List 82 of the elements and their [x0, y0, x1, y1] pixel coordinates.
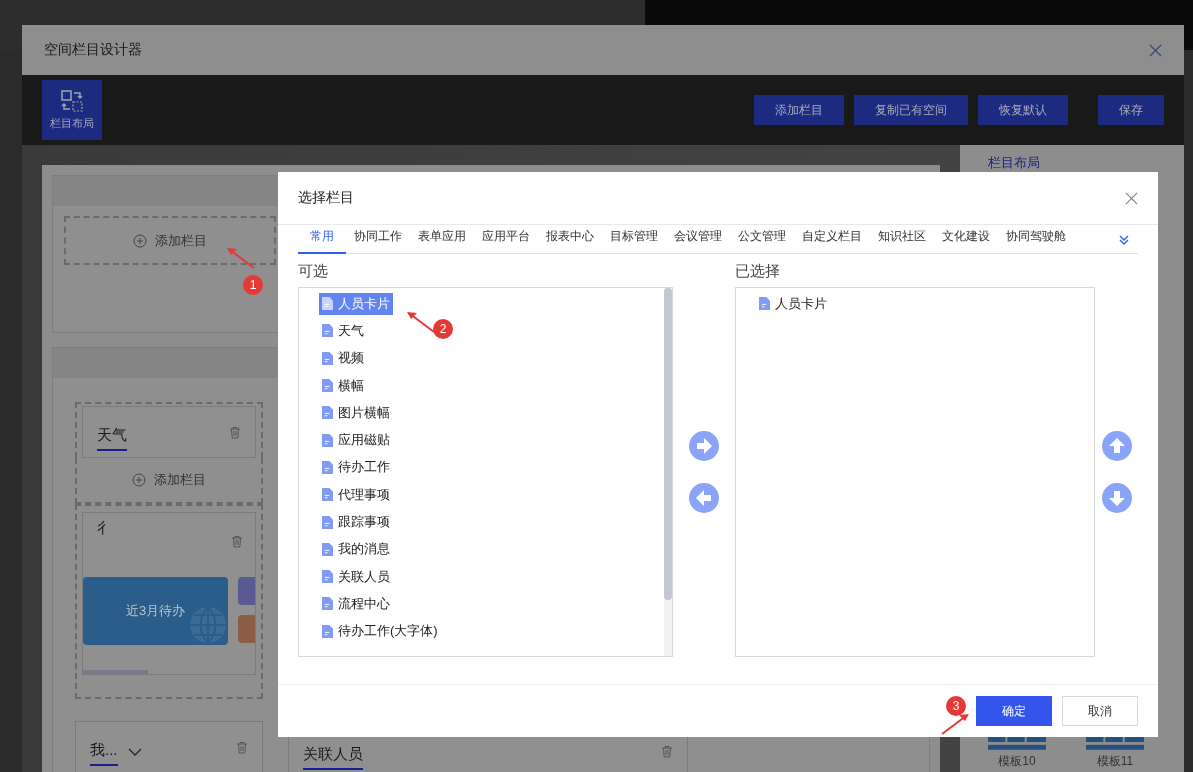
document-icon: [322, 379, 333, 393]
globe-icon: [188, 605, 228, 645]
document-icon: [322, 433, 333, 447]
category-tab[interactable]: 自定义栏目: [794, 226, 870, 254]
window-title: 空间栏目设计器: [44, 41, 142, 59]
column-card[interactable]: 彳 近3月待办: [82, 512, 256, 675]
arrow-right-icon[interactable]: [688, 431, 719, 461]
list-label: 已选择: [735, 262, 781, 281]
list-label: 可选: [298, 262, 329, 281]
plus-icon: [132, 473, 146, 487]
card-title: 天气: [97, 425, 127, 451]
category-tab[interactable]: 常用: [298, 226, 346, 254]
list-item[interactable]: 应用磁贴: [319, 429, 393, 452]
scrollbar[interactable]: [663, 288, 672, 600]
document-icon: [322, 460, 333, 474]
annotation-arrow: [226, 246, 256, 270]
layout-tab[interactable]: 栏目布局: [42, 80, 102, 140]
cancel-button[interactable]: 取消: [1062, 696, 1138, 726]
category-tab[interactable]: 会议管理: [666, 226, 730, 254]
document-icon: [322, 597, 333, 611]
category-tab[interactable]: 报表中心: [538, 226, 602, 254]
document-icon: [759, 297, 770, 311]
document-icon: [322, 542, 333, 556]
document-icon: [322, 324, 333, 338]
list-item[interactable]: 代理事项: [319, 483, 393, 506]
document-icon: [322, 488, 333, 502]
document-icon: [322, 406, 333, 420]
category-tab[interactable]: 应用平台: [474, 226, 538, 254]
list-item[interactable]: 视频: [319, 347, 367, 370]
tile[interactable]: 近3月待办: [83, 577, 228, 645]
toolbar-button[interactable]: 恢复默认: [978, 95, 1068, 125]
layout-swap-icon: [60, 89, 84, 113]
dialog-title: 选择栏目: [298, 189, 354, 207]
add-column-button[interactable]: 添加栏目: [64, 216, 276, 265]
close-icon[interactable]: [1125, 191, 1138, 205]
document-icon: [322, 297, 333, 311]
list-item[interactable]: 待办工作(大字体): [319, 620, 441, 643]
annotation-arrow: [940, 712, 970, 736]
category-tab[interactable]: 协同工作: [346, 226, 410, 254]
list-item[interactable]: 流程中心: [319, 592, 393, 615]
category-tab[interactable]: 目标管理: [602, 226, 666, 254]
document-icon: [322, 351, 333, 365]
arrow-down-icon[interactable]: [1101, 483, 1132, 513]
column-card[interactable]: 我...: [75, 721, 263, 772]
arrow-left-icon[interactable]: [688, 483, 719, 513]
list-item[interactable]: 人员卡片: [756, 292, 830, 315]
category-tab[interactable]: 协同驾驶舱: [998, 226, 1074, 254]
trash-icon[interactable]: [229, 425, 241, 439]
plus-icon: [133, 233, 147, 248]
list-item[interactable]: 待办工作: [319, 456, 393, 479]
tile-label: 近3月待办: [125, 602, 186, 620]
close-icon[interactable]: [1149, 43, 1162, 57]
trash-icon[interactable]: [231, 535, 243, 548]
arrow-up-icon[interactable]: [1101, 431, 1132, 461]
toolbar-button[interactable]: 保存: [1098, 95, 1164, 125]
column-card[interactable]: 天气: [82, 406, 256, 458]
card-title: 彳: [97, 519, 112, 538]
category-tab[interactable]: 文化建设: [934, 226, 998, 254]
list-item[interactable]: 跟踪事项: [319, 511, 393, 533]
list-item[interactable]: 关联人员: [319, 565, 393, 588]
document-icon: [322, 515, 333, 529]
category-tab[interactable]: 知识社区: [870, 226, 934, 254]
toolbar-button[interactable]: 复制已有空间: [854, 95, 968, 125]
annotation-arrow: [406, 310, 436, 334]
document-icon: [322, 570, 333, 584]
trash-icon[interactable]: [236, 740, 248, 754]
add-column-button[interactable]: 添加栏目: [75, 458, 263, 504]
confirm-button[interactable]: 确定: [976, 696, 1052, 726]
double-chevron-down-icon[interactable]: [1118, 234, 1130, 246]
category-tab[interactable]: 公文管理: [730, 226, 794, 254]
toolbar-button[interactable]: 添加栏目: [754, 95, 844, 125]
trash-icon[interactable]: [661, 744, 673, 758]
list-item[interactable]: 横幅: [319, 374, 367, 397]
document-icon: [322, 624, 333, 638]
list-item[interactable]: 天气: [319, 319, 367, 342]
card-title: 我...: [90, 740, 118, 766]
panel-title: 栏目布局: [988, 154, 1041, 172]
list-item[interactable]: 我的消息: [319, 538, 393, 561]
category-tab[interactable]: 表单应用: [410, 226, 474, 254]
chevron-down-icon[interactable]: [127, 748, 142, 756]
list-item[interactable]: 图片横幅: [319, 401, 393, 424]
card-title: 关联人员: [303, 744, 363, 770]
